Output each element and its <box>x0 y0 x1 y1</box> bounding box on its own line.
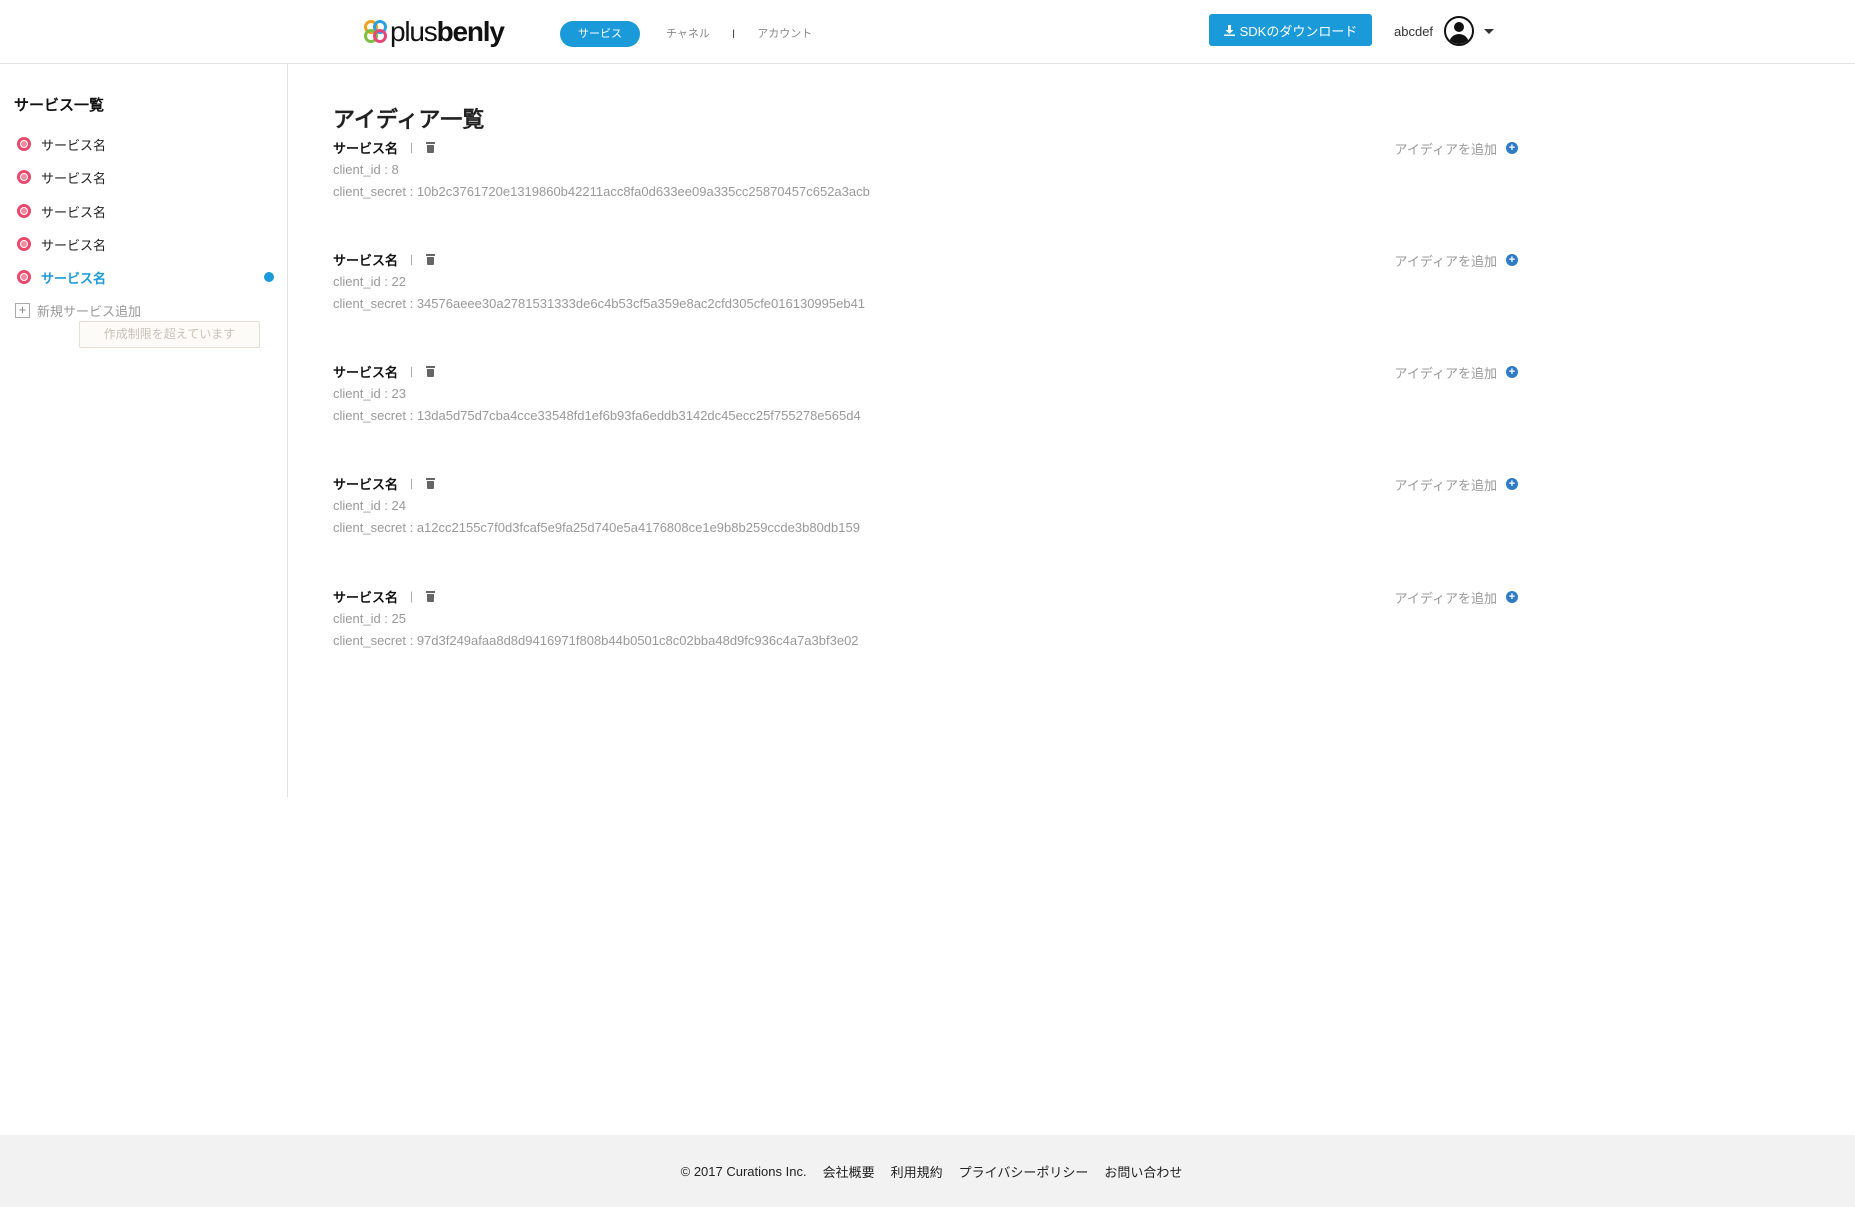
main-nav: サービス チャネル I アカウント <box>560 21 812 47</box>
service-entry: サービス名 | client_id : 23 client_secret : 1… <box>333 362 1518 472</box>
logo-mark-icon <box>364 20 388 44</box>
trash-icon[interactable] <box>426 477 436 489</box>
nav-services[interactable]: サービス <box>560 21 640 47</box>
add-idea-button[interactable]: アイディアを追加 + <box>1395 474 1518 494</box>
service-name: サービス名 <box>333 140 399 156</box>
sidebar-item-service-3[interactable]: サービス名 <box>16 201 274 221</box>
footer-link-contact[interactable]: お問い合わせ <box>1104 1162 1182 1181</box>
nav-separator: I <box>731 27 736 41</box>
copyright: © 2017 Curations Inc. <box>680 1163 807 1179</box>
logo-text: plusbenly <box>390 16 505 47</box>
service-name: サービス名 <box>333 252 399 268</box>
plus-circle-icon: + <box>1506 591 1518 603</box>
nav-channel[interactable]: チャネル <box>666 21 710 47</box>
avatar-icon <box>1444 16 1475 46</box>
client-id: client_id : 8 <box>333 162 399 177</box>
sidebar-item-service-1[interactable]: サービス名 <box>16 134 274 154</box>
client-secret: client_secret : 10b2c3761720e1319860b422… <box>333 184 870 199</box>
service-icon <box>16 169 32 185</box>
plus-box-icon: + <box>15 303 30 318</box>
plusbenly-logo[interactable]: plusbenly <box>364 16 505 47</box>
client-secret: client_secret : a12cc2155c7f0d3fcaf5e9fa… <box>333 520 860 535</box>
footer: © 2017 Curations Inc. 会社概要 利用規約 プライバシーポリ… <box>0 1135 1855 1207</box>
service-name: サービス名 <box>333 364 399 380</box>
add-service-label: 新規サービス追加 <box>37 304 142 319</box>
plus-circle-icon: + <box>1506 254 1518 266</box>
service-icon <box>16 136 32 152</box>
nav-account[interactable]: アカウント <box>757 21 812 47</box>
service-entry: サービス名 | client_id : 25 client_secret : 9… <box>333 587 1518 697</box>
trash-icon[interactable] <box>426 141 436 153</box>
service-icon <box>16 203 32 219</box>
add-idea-label: アイディアを追加 <box>1394 141 1497 157</box>
sidebar: サービス一覧 サービス名 サービス名 サービス名 サービス名 サービス名 + 新… <box>0 64 288 797</box>
separator: | <box>410 589 414 603</box>
service-icon <box>16 236 32 252</box>
sidebar-item-label: サービス名 <box>41 137 107 153</box>
footer-link-company[interactable]: 会社概要 <box>823 1162 875 1181</box>
trash-icon[interactable] <box>426 365 436 377</box>
client-id: client_id : 22 <box>333 274 406 289</box>
service-name: サービス名 <box>333 589 399 605</box>
sidebar-item-label: サービス名 <box>41 204 107 220</box>
service-entry: サービス名 | client_id : 24 client_secret : a… <box>333 474 1518 584</box>
client-secret: client_secret : 97d3f249afaa8d8d9416971f… <box>333 633 859 648</box>
client-secret: client_secret : 34576aeee30a2781531333de… <box>333 296 866 311</box>
client-id: client_id : 25 <box>333 611 406 626</box>
add-idea-label: アイディアを追加 <box>1394 590 1497 606</box>
active-indicator <box>264 272 274 282</box>
client-secret: client_secret : 13da5d75d7cba4cce33548fd… <box>333 408 861 423</box>
separator: | <box>410 140 414 154</box>
header: plusbenly サービス チャネル I アカウント SDKのダウンロード a… <box>0 0 1855 64</box>
user-menu[interactable]: abcdef <box>1394 16 1495 46</box>
add-idea-label: アイディアを追加 <box>1394 365 1497 381</box>
sidebar-item-service-4[interactable]: サービス名 <box>16 234 274 254</box>
service-icon <box>16 269 32 285</box>
sidebar-item-label: サービス名 <box>41 237 107 253</box>
add-idea-button[interactable]: アイディアを追加 + <box>1395 587 1518 607</box>
sdk-download-button[interactable]: SDKのダウンロード <box>1209 14 1372 46</box>
caret-down-icon[interactable] <box>1484 28 1495 34</box>
client-id: client_id : 24 <box>333 498 406 513</box>
separator: | <box>410 476 414 490</box>
add-idea-label: アイディアを追加 <box>1394 477 1497 493</box>
client-id: client_id : 23 <box>333 386 406 401</box>
service-name: サービス名 <box>333 476 399 492</box>
sidebar-item-service-5[interactable]: サービス名 <box>16 267 274 287</box>
plus-circle-icon: + <box>1506 478 1518 490</box>
add-idea-button[interactable]: アイディアを追加 + <box>1395 138 1518 158</box>
add-idea-button[interactable]: アイディアを追加 + <box>1395 250 1518 270</box>
sdk-download-label: SDKのダウンロード <box>1239 23 1358 39</box>
sidebar-item-service-2[interactable]: サービス名 <box>16 167 274 187</box>
add-service-button[interactable]: + 新規サービス追加 <box>15 301 141 320</box>
sidebar-item-label: サービス名 <box>41 170 107 186</box>
plus-circle-icon: + <box>1506 366 1518 378</box>
sidebar-title: サービス一覧 <box>14 97 105 114</box>
service-entry: サービス名 | client_id : 22 client_secret : 3… <box>333 250 1518 360</box>
trash-icon[interactable] <box>426 590 436 602</box>
trash-icon[interactable] <box>426 253 436 265</box>
separator: | <box>410 364 414 378</box>
separator: | <box>410 252 414 266</box>
plus-circle-icon: + <box>1506 142 1518 154</box>
download-icon <box>1223 24 1235 36</box>
footer-link-privacy[interactable]: プライバシーポリシー <box>959 1162 1089 1181</box>
limit-notice: 作成制限を超えています <box>79 321 260 348</box>
add-idea-button[interactable]: アイディアを追加 + <box>1395 362 1518 382</box>
service-entry: サービス名 | client_id : 8 client_secret : 10… <box>333 138 1518 248</box>
sidebar-item-label: サービス名 <box>41 270 107 286</box>
footer-link-terms[interactable]: 利用規約 <box>891 1162 943 1181</box>
page-title: アイディア一覧 <box>333 107 485 132</box>
add-idea-label: アイディアを追加 <box>1394 253 1497 269</box>
user-name: abcdef <box>1394 23 1434 39</box>
